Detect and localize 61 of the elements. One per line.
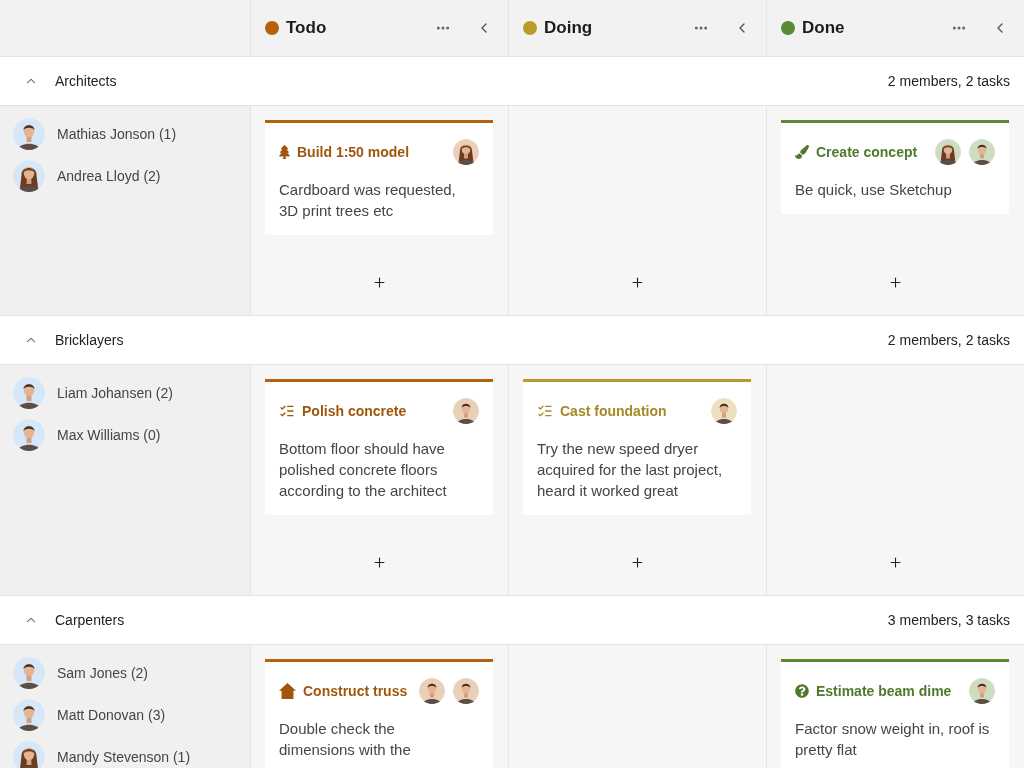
column-title: Done (802, 17, 845, 40)
person-avatar-icon (13, 377, 45, 409)
task-card[interactable]: Estimate beam dime Factor snow weight in, roof is pretty flat (781, 659, 1009, 768)
group-name: Architects (55, 71, 117, 91)
member-name: Max Williams (0) (57, 427, 161, 443)
column-title: Doing (544, 17, 593, 40)
task-card[interactable]: Cast foundation Try the new speed dryer acquired for the last project, heard it worked great (523, 379, 751, 515)
group-name: Carpenters (55, 610, 125, 630)
member-name: Andrea Lloyd (2) (57, 168, 161, 184)
person-avatar-icon (13, 741, 45, 768)
member-name: Mathias Jonson (1) (57, 126, 177, 142)
person-avatar-icon (453, 398, 479, 424)
card-description: Double check the dimensions with the (279, 719, 412, 760)
card-title: Create concept (816, 142, 919, 162)
column-title: Todo (286, 17, 327, 40)
plus-icon (887, 554, 903, 570)
member-name: Sam Jones (2) (57, 665, 149, 681)
group-summary: 2 members, 2 tasks (887, 330, 1010, 350)
card-title: Estimate beam dime (816, 681, 953, 701)
person-avatar-icon (711, 398, 737, 424)
member-name: Mandy Stevenson (1) (57, 749, 191, 765)
task-card[interactable]: Construct truss Double check the dimensions with the (265, 659, 493, 768)
card-description: Try the new speed dryer acquired for the last project, heard it worked great (537, 439, 724, 501)
person-avatar-icon (13, 657, 45, 689)
person-avatar-icon (969, 678, 995, 704)
card-title: Build 1:50 model (297, 142, 411, 162)
pine-tree-icon (279, 145, 290, 159)
card-description: Be quick, use Sketchup (795, 180, 953, 200)
person-avatar-icon (969, 139, 995, 165)
question-mark-icon (795, 684, 809, 698)
task-card[interactable]: Build 1:50 model Cardboard was requested, 3D print trees etc (265, 120, 493, 235)
card-description: Factor snow weight in, roof is pretty flat (795, 719, 990, 760)
task-card[interactable]: Create concept Be quick, use Sketchup (781, 120, 1009, 214)
plus-icon (371, 554, 387, 570)
card-title: Polish concrete (302, 401, 408, 421)
person-avatar-icon (13, 118, 45, 150)
person-avatar-icon (13, 419, 45, 451)
plus-icon (629, 274, 645, 290)
checklist-icon (279, 403, 295, 419)
person-avatar-icon (13, 160, 45, 192)
member-name: Liam Johansen (2) (57, 385, 173, 401)
card-title: Construct truss (303, 681, 409, 701)
group-summary: 2 members, 2 tasks (887, 71, 1010, 91)
person-avatar-icon (935, 139, 961, 165)
group-summary: 3 members, 3 tasks (887, 610, 1010, 630)
person-avatar-icon (419, 678, 445, 704)
plus-icon (887, 274, 903, 290)
group-name: Bricklayers (55, 330, 124, 350)
person-avatar-icon (453, 678, 479, 704)
task-card[interactable]: Polish concrete Bottom floor should have polished concrete floors according to the architect (265, 379, 493, 515)
checklist-icon (537, 403, 553, 419)
house-icon (279, 683, 296, 699)
plus-icon (629, 554, 645, 570)
member-name: Matt Donovan (3) (57, 707, 166, 723)
card-description: Bottom floor should have polished concrete floors according to the architect (279, 439, 448, 501)
card-description: Cardboard was requested, 3D print trees etc (279, 180, 457, 221)
plus-icon (371, 274, 387, 290)
card-title: Cast foundation (560, 401, 668, 421)
person-avatar-icon (453, 139, 479, 165)
paintbrush-icon (795, 145, 809, 159)
person-avatar-icon (13, 699, 45, 731)
